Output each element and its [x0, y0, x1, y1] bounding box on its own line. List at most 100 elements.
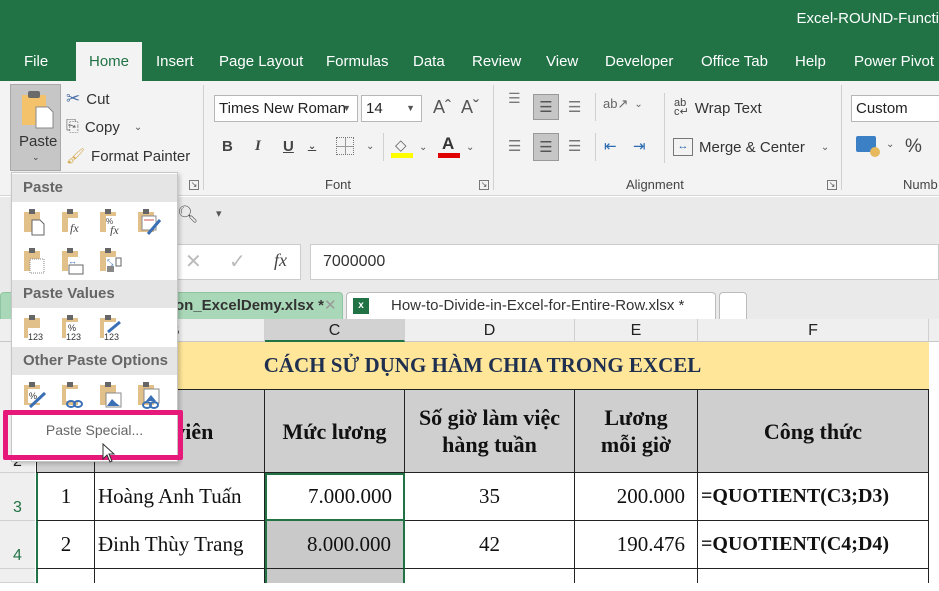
- cell-stt[interactable]: 2: [36, 521, 95, 569]
- cell-empty[interactable]: [698, 569, 929, 583]
- paste-link-icon[interactable]: [58, 381, 86, 409]
- cell-hours[interactable]: 35: [405, 473, 575, 521]
- bottom-align-button[interactable]: ☰: [568, 98, 581, 116]
- header-cell-hours[interactable]: Số giờ làm việc hàng tuần: [405, 389, 575, 473]
- formatting-icon[interactable]: %: [20, 381, 48, 409]
- orientation-button[interactable]: ab↗ ⌄: [603, 96, 643, 112]
- percent-style-button[interactable]: %: [905, 136, 922, 158]
- customize-qat-icon[interactable]: ▾: [216, 207, 222, 220]
- top-align-button[interactable]: ☰: [508, 91, 521, 105]
- paste-icon[interactable]: [20, 208, 48, 236]
- tab-review[interactable]: Review: [460, 42, 533, 81]
- increase-font-icon: Aˆ: [433, 97, 451, 117]
- row-header-5[interactable]: [0, 569, 35, 583]
- column-header-e[interactable]: E: [575, 319, 698, 342]
- tab-formulas[interactable]: Formulas: [314, 42, 401, 81]
- borders-button[interactable]: ⌄: [336, 137, 374, 155]
- picture-icon[interactable]: [96, 381, 124, 409]
- tab-developer[interactable]: Developer: [593, 42, 685, 81]
- tab-file[interactable]: File: [12, 42, 60, 81]
- tab-office-tab[interactable]: Office Tab: [689, 42, 780, 81]
- paste-values-icon[interactable]: 123: [20, 314, 48, 342]
- linked-picture-icon[interactable]: [134, 381, 162, 409]
- decrease-font-size-button[interactable]: Aˇ: [461, 97, 479, 118]
- values-number-format-icon[interactable]: %123: [58, 314, 86, 342]
- accounting-format-button[interactable]: ⌄: [856, 136, 894, 157]
- title-bar: Excel-ROUND-Functi: [0, 0, 939, 42]
- keep-column-widths-icon[interactable]: ↔: [58, 247, 86, 275]
- font-size-select[interactable]: 14 ▼: [361, 95, 422, 122]
- paste-formulas-number-format-icon[interactable]: %fx: [96, 208, 124, 236]
- italic-button[interactable]: I: [255, 138, 261, 155]
- cell-hourly[interactable]: 190.476: [575, 521, 698, 569]
- header-cell-formula[interactable]: Công thức: [698, 389, 929, 473]
- row-header-3[interactable]: 3: [0, 473, 35, 521]
- print-preview-icon[interactable]: 🔍︎: [177, 205, 199, 225]
- tab-home[interactable]: Home: [76, 42, 142, 81]
- values-source-formatting-icon[interactable]: 123: [96, 314, 124, 342]
- header-cell-hourly[interactable]: Lương mỗi giờ: [575, 389, 698, 473]
- format-painter-button[interactable]: 🖌 Format Painter: [66, 147, 190, 166]
- column-header-f[interactable]: F: [698, 319, 929, 342]
- merge-center-button[interactable]: ↔ Merge & Center ⌄: [673, 138, 829, 156]
- row-header-4[interactable]: 4: [0, 521, 35, 569]
- align-left-button[interactable]: ☰: [508, 137, 521, 155]
- formula-input[interactable]: 7000000: [310, 244, 939, 280]
- increase-indent-button[interactable]: ⇥: [633, 137, 646, 155]
- alignment-launcher-icon[interactable]: ↘: [827, 180, 837, 190]
- decrease-indent-icon: ⇤: [604, 138, 617, 155]
- cell-formula[interactable]: =QUOTIENT(C3;D3): [698, 473, 929, 521]
- cell-empty[interactable]: [575, 569, 698, 583]
- cell-empty[interactable]: [95, 569, 265, 583]
- insert-function-icon[interactable]: fx: [274, 250, 287, 271]
- column-header-c[interactable]: C: [265, 319, 405, 342]
- number-format-select[interactable]: Custom: [851, 95, 939, 122]
- bold-button[interactable]: B: [222, 138, 233, 155]
- middle-align-button[interactable]: ☰: [533, 94, 559, 120]
- copy-button[interactable]: ⎘ Copy ⌄: [66, 118, 142, 136]
- cell-name[interactable]: Đinh Thùy Trang: [95, 521, 265, 569]
- no-borders-icon[interactable]: [20, 247, 48, 275]
- column-header-d[interactable]: D: [405, 319, 575, 342]
- font-name-select[interactable]: Times New Roman ▼: [214, 95, 358, 122]
- new-tab-button[interactable]: [719, 292, 747, 319]
- decrease-indent-button[interactable]: ⇤: [604, 137, 617, 155]
- cell-salary-active[interactable]: 7.000.000: [265, 473, 405, 521]
- tab-page-layout[interactable]: Page Layout: [207, 42, 315, 81]
- transpose-icon[interactable]: ⤡: [96, 247, 124, 275]
- cell-hours[interactable]: 42: [405, 521, 575, 569]
- font-color-button[interactable]: A ⌄: [438, 134, 474, 158]
- cancel-icon[interactable]: ✕: [185, 249, 202, 274]
- cell-empty[interactable]: [265, 569, 405, 583]
- doc-tab-inactive[interactable]: x How-to-Divide-in-Excel-for-Entire-Row.…: [346, 292, 716, 319]
- tab-help[interactable]: Help: [783, 42, 838, 81]
- cell-hourly[interactable]: 200.000: [575, 473, 698, 521]
- clipboard-launcher-icon[interactable]: ↘: [189, 180, 199, 190]
- enter-icon[interactable]: ✓: [229, 249, 246, 274]
- cell-name[interactable]: Hoàng Anh Tuấn: [95, 473, 265, 521]
- cell-empty[interactable]: [405, 569, 575, 583]
- align-center-button[interactable]: ☰: [533, 133, 559, 161]
- font-launcher-icon[interactable]: ↘: [479, 180, 489, 190]
- cell-formula[interactable]: =QUOTIENT(C4;D4): [698, 521, 929, 569]
- paste-formulas-icon[interactable]: fx: [58, 208, 86, 236]
- close-icon[interactable]: ✕: [324, 293, 337, 319]
- cell-empty[interactable]: [36, 569, 95, 583]
- chevron-down-icon: ⌄: [133, 121, 143, 133]
- fill-color-button[interactable]: ◇ ⌄: [391, 136, 427, 158]
- underline-button[interactable]: U ⌄: [283, 138, 316, 155]
- header-cell-salary[interactable]: Mức lương: [265, 389, 405, 473]
- keep-source-formatting-icon[interactable]: [134, 208, 162, 236]
- tab-insert[interactable]: Insert: [144, 42, 206, 81]
- cut-button[interactable]: ✂ Cut: [66, 89, 110, 109]
- tab-view[interactable]: View: [534, 42, 590, 81]
- wrap-text-button[interactable]: ab c↵ Wrap Text: [674, 98, 762, 118]
- increase-font-size-button[interactable]: Aˆ: [433, 97, 451, 118]
- tab-data[interactable]: Data: [401, 42, 457, 81]
- tab-power-pivot[interactable]: Power Pivot: [842, 42, 939, 81]
- cell-salary[interactable]: 8.000.000: [265, 521, 405, 569]
- cell-stt[interactable]: 1: [36, 473, 95, 521]
- paste-button[interactable]: Paste ⌄: [10, 84, 61, 171]
- align-right-button[interactable]: ☰: [568, 137, 581, 155]
- number-group-label: Numb: [903, 177, 938, 192]
